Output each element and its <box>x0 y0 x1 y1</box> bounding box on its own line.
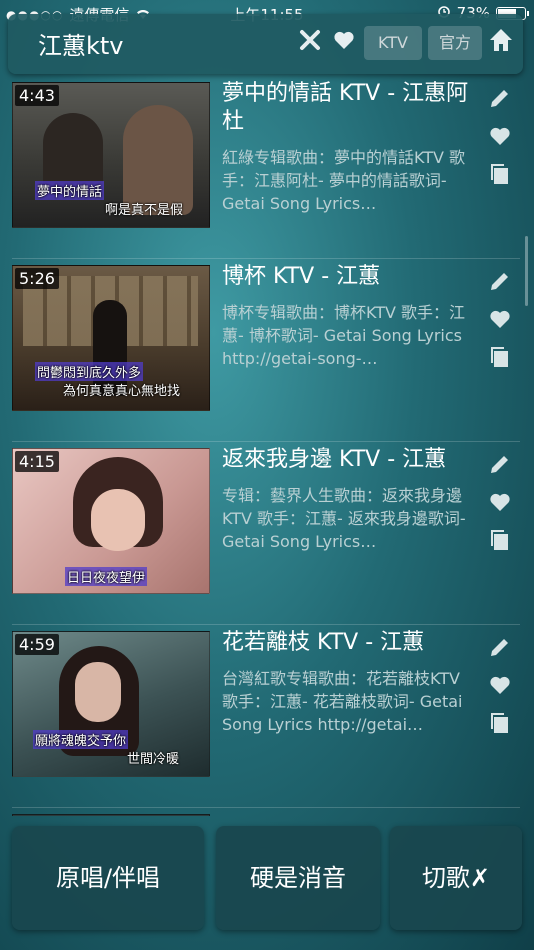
heart-icon[interactable] <box>486 124 514 152</box>
song-title[interactable]: 花若離枝 KTV - 江蕙 <box>222 629 477 657</box>
copy-icon[interactable] <box>486 711 514 739</box>
duration-badge: 4:43 <box>15 85 59 106</box>
heart-icon[interactable] <box>486 307 514 335</box>
edit-pencil-icon[interactable] <box>486 635 514 663</box>
song-title[interactable]: 博杯 KTV - 江蕙 <box>222 263 477 291</box>
lyric-caption: 世間冷暖 <box>127 752 180 767</box>
video-thumbnail[interactable]: 4:43 夢中的情話 啊是真不是假 <box>12 82 210 228</box>
list-item[interactable]: 4:43 夢中的情話 啊是真不是假 夢中的情話 KTV - 江惠阿杜 紅綠专辑歌… <box>0 76 534 259</box>
list-item[interactable]: 4:59 願將魂魄交予你 世間冷暖 花若離枝 KTV - 江蕙 台灣紅歌专辑歌曲… <box>0 625 534 808</box>
copy-icon[interactable] <box>486 345 514 373</box>
copy-icon[interactable] <box>486 162 514 190</box>
list-item[interactable] <box>0 808 534 816</box>
song-description: 专辑：藝界人生歌曲：返來我身邊KTV 歌手：江蕙- 返來我身邊歌词- Getai… <box>222 486 466 551</box>
bottom-controls: 原唱/伴唱 硬是消音 切歌✗ <box>0 816 534 950</box>
lyric-caption: 啊是真不是假 <box>105 203 184 218</box>
video-thumbnail[interactable]: 4:15 日日夜夜望伊 <box>12 448 210 594</box>
lyric-caption: 夢中的情話 <box>35 181 105 200</box>
lyric-caption: 日日夜夜望伊 <box>65 567 148 586</box>
page-title: 江蕙ktv <box>38 32 124 60</box>
skip-song-button[interactable]: 切歌✗ <box>390 826 522 930</box>
lyric-caption: 為何真意真心無地找 <box>63 384 181 399</box>
thumbnail-face <box>91 489 145 551</box>
list-item[interactable]: 4:15 日日夜夜望伊 返來我身邊 KTV - 江蕙 专辑：藝界人生歌曲：返來我… <box>0 442 534 625</box>
official-button[interactable]: 官方 <box>428 26 482 60</box>
song-description: 台灣紅歌专辑歌曲：花若離枝KTV 歌手：江蕙- 花若離枝歌词- Getai So… <box>222 669 463 734</box>
favorites-heart-icon[interactable] <box>330 28 358 56</box>
close-icon[interactable] <box>296 28 324 56</box>
song-title[interactable]: 返來我身邊 KTV - 江蕙 <box>222 446 477 474</box>
heart-icon[interactable] <box>486 673 514 701</box>
edit-pencil-icon[interactable] <box>486 452 514 480</box>
duration-badge: 4:59 <box>15 634 59 655</box>
edit-pencil-icon[interactable] <box>486 86 514 114</box>
scroll-indicator[interactable] <box>525 236 528 306</box>
heart-icon[interactable] <box>486 490 514 518</box>
edit-pencil-icon[interactable] <box>486 269 514 297</box>
ktv-button[interactable]: KTV <box>364 26 422 60</box>
home-icon[interactable] <box>487 26 515 54</box>
duration-badge: 4:15 <box>15 451 59 472</box>
song-description: 紅綠专辑歌曲：夢中的情話KTV 歌手：江惠阿杜- 夢中的情話歌词- Getai … <box>222 148 466 213</box>
copy-icon[interactable] <box>486 528 514 556</box>
mute-button[interactable]: 硬是消音 <box>216 826 380 930</box>
video-thumbnail[interactable]: 5:26 問鬱悶到底久外多 為何真意真心無地找 <box>12 265 210 411</box>
song-title[interactable]: 夢中的情話 KTV - 江惠阿杜 <box>222 80 477 136</box>
duration-badge: 5:26 <box>15 268 59 289</box>
header-bar: 江蕙ktv KTV 官方 <box>8 14 523 74</box>
lyric-caption: 願將魂魄交予你 <box>33 730 129 749</box>
list-item[interactable]: 5:26 問鬱悶到底久外多 為何真意真心無地找 博杯 KTV - 江蕙 博杯专辑… <box>0 259 534 442</box>
thumbnail-face <box>75 662 121 722</box>
song-list[interactable]: 4:43 夢中的情話 啊是真不是假 夢中的情話 KTV - 江惠阿杜 紅綠专辑歌… <box>0 76 534 816</box>
video-thumbnail[interactable]: 4:59 願將魂魄交予你 世間冷暖 <box>12 631 210 777</box>
song-description: 博杯专辑歌曲：博杯KTV 歌手：江蕙- 博杯歌词- Getai Song Lyr… <box>222 303 466 368</box>
lyric-caption: 問鬱悶到底久外多 <box>35 362 144 381</box>
original-accompaniment-button[interactable]: 原唱/伴唱 <box>12 826 204 930</box>
